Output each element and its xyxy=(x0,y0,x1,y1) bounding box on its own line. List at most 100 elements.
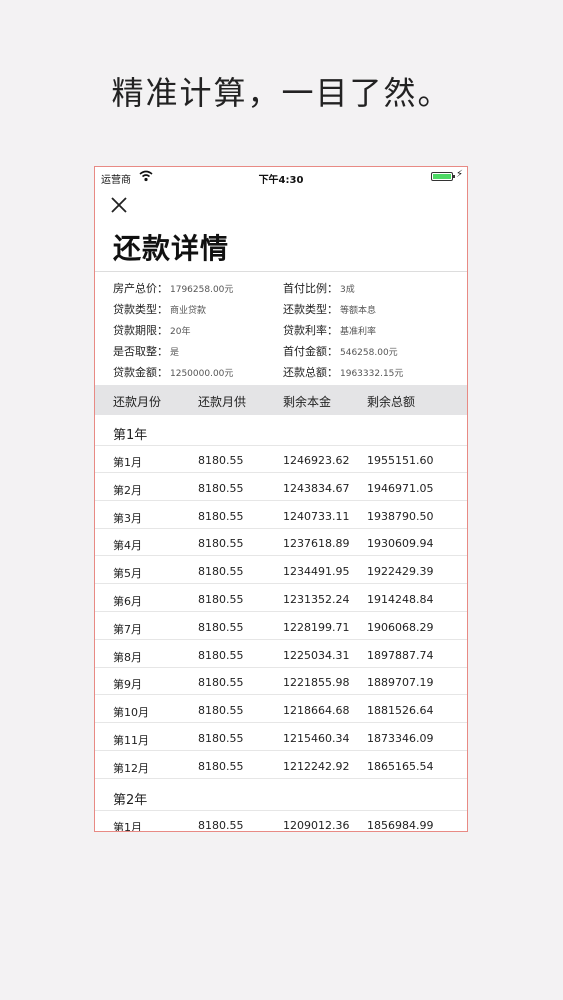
row-total: 1873346.09 xyxy=(367,732,434,745)
info-value: 546258.00元 xyxy=(340,348,398,358)
row-total: 1930609.94 xyxy=(367,537,434,551)
info-label: 贷款利率： xyxy=(283,324,338,337)
info-item: 贷款金额： 1250000.00元 xyxy=(113,364,233,384)
info-value: 基准利率 xyxy=(340,327,377,337)
table-header: 还款月份 还款月供 剩余本金 剩余总额 xyxy=(95,385,467,415)
row-month: 第3月 xyxy=(113,511,142,525)
table-row[interactable]: 第3月 8180.55 1240733.11 1938790.50 xyxy=(95,502,467,529)
row-payment: 8180.55 xyxy=(198,537,244,551)
row-month: 第8月 xyxy=(113,650,142,664)
row-total: 1906068.29 xyxy=(367,620,434,634)
year-section-header: 第1年 xyxy=(95,416,467,446)
row-principal: 1234491.95 xyxy=(283,565,350,579)
info-label: 还款类型： xyxy=(283,303,338,316)
row-principal: 1237618.89 xyxy=(283,537,350,551)
row-month: 第1月 xyxy=(113,456,142,469)
phone-screen: 运营商 下午4:30 ⚡ 还款详情 房产总价： 1796258.00元 首付比例：… xyxy=(94,166,468,832)
year-label: 第1年 xyxy=(113,428,148,443)
info-value: 1963332.15元 xyxy=(340,369,404,379)
info-item: 贷款期限： 20年 xyxy=(113,322,190,342)
row-month: 第2月 xyxy=(113,483,142,497)
table-row[interactable]: 第12月 8180.55 1212242.92 1865165.54 xyxy=(95,752,467,779)
info-label: 贷款期限： xyxy=(113,324,168,337)
row-principal: 1231352.24 xyxy=(283,593,350,606)
row-payment: 8180.55 xyxy=(198,593,244,606)
page-title: 还款详情 xyxy=(113,232,230,265)
info-item: 房产总价： 1796258.00元 xyxy=(113,280,233,300)
headline: 精准计算，一目了然。 xyxy=(111,74,452,112)
table-row[interactable]: 第8月 8180.55 1225034.31 1897887.74 xyxy=(95,641,467,668)
row-principal: 1246923.62 xyxy=(283,454,350,467)
charging-icon: ⚡ xyxy=(455,169,463,180)
row-payment: 8180.55 xyxy=(198,648,244,662)
row-month: 第10月 xyxy=(113,706,149,720)
info-label: 首付金额： xyxy=(283,345,338,358)
row-month: 第7月 xyxy=(113,622,142,636)
year-section-header: 第2年 xyxy=(95,781,467,811)
row-month: 第6月 xyxy=(113,595,142,608)
row-total: 1856984.99 xyxy=(367,818,434,832)
row-total: 1946971.05 xyxy=(367,481,434,495)
status-time: 下午4:30 xyxy=(258,175,304,186)
info-value: 商业贷款 xyxy=(170,306,207,316)
row-total: 1914248.84 xyxy=(367,593,434,606)
table-row[interactable]: 第4月 8180.55 1237618.89 1930609.94 xyxy=(95,529,467,557)
row-principal: 1212242.92 xyxy=(283,759,350,773)
row-month: 第4月 xyxy=(113,539,142,553)
info-item: 首付比例： 3成 xyxy=(283,280,355,300)
row-principal: 1215460.34 xyxy=(283,732,350,745)
row-principal: 1228199.71 xyxy=(283,620,350,634)
row-month: 第12月 xyxy=(113,761,149,775)
header-payment: 还款月供 xyxy=(198,395,247,409)
info-item: 首付金额： 546258.00元 xyxy=(283,343,398,363)
info-item: 贷款类型： 商业贷款 xyxy=(113,301,206,321)
info-item: 贷款利率： 基准利率 xyxy=(283,322,376,342)
table-row[interactable]: 第10月 8180.55 1218664.68 1881526.64 xyxy=(95,696,467,724)
info-value: 是 xyxy=(170,348,180,358)
info-item: 还款类型： 等额本息 xyxy=(283,301,376,321)
info-value: 20年 xyxy=(170,327,191,337)
info-label: 还款总额： xyxy=(283,366,338,379)
row-principal: 1240733.11 xyxy=(283,509,350,523)
status-bar: 运营商 下午4:30 ⚡ xyxy=(95,167,467,187)
row-payment: 8180.55 xyxy=(198,759,244,773)
row-total: 1922429.39 xyxy=(367,565,434,579)
row-total: 1938790.50 xyxy=(367,509,434,523)
info-value: 等额本息 xyxy=(340,306,377,316)
table-row[interactable]: 第9月 8180.55 1221855.98 1889707.19 xyxy=(95,668,467,696)
table-row[interactable]: 第11月 8180.55 1215460.34 1873346.09 xyxy=(95,724,467,751)
table-row[interactable]: 第1月 8180.55 1209012.36 1856984.99 xyxy=(95,811,467,832)
table-row[interactable]: 第6月 8180.55 1231352.24 1914248.84 xyxy=(95,585,467,612)
loan-summary: 房产总价： 1796258.00元 首付比例： 3成 贷款类型： 商业贷款 还款类型：… xyxy=(95,271,467,379)
header-month: 还款月份 xyxy=(113,395,162,409)
year-label: 第2年 xyxy=(113,792,148,808)
row-month: 第1月 xyxy=(113,820,142,832)
table-row[interactable]: 第5月 8180.55 1234491.95 1922429.39 xyxy=(95,557,467,585)
info-value: 1250000.00元 xyxy=(170,369,234,379)
table-row[interactable]: 第2月 8180.55 1243834.67 1946971.05 xyxy=(95,474,467,501)
row-month: 第5月 xyxy=(113,567,142,581)
info-item: 是否取整：是 xyxy=(113,343,179,363)
row-total: 1897887.74 xyxy=(367,648,434,662)
row-month: 第9月 xyxy=(113,678,142,692)
info-label: 首付比例： xyxy=(283,282,338,295)
info-label: 贷款类型： xyxy=(113,303,168,316)
row-payment: 8180.55 xyxy=(198,454,244,467)
row-payment: 8180.55 xyxy=(198,704,244,718)
header-total: 剩余总额 xyxy=(367,395,416,409)
table-row[interactable]: 第1月 8180.55 1246923.62 1955151.60 xyxy=(95,446,467,473)
info-label: 贷款金额： xyxy=(113,366,168,379)
info-label: 是否取整： xyxy=(113,345,168,358)
row-payment: 8180.55 xyxy=(198,676,244,690)
row-total: 1865165.54 xyxy=(367,759,434,773)
row-payment: 8180.55 xyxy=(198,565,244,579)
header-principal: 剩余本金 xyxy=(283,395,332,409)
row-principal: 1218664.68 xyxy=(283,704,350,718)
row-principal: 1225034.31 xyxy=(283,648,350,662)
close-icon[interactable] xyxy=(109,195,129,215)
table-row[interactable]: 第7月 8180.55 1228199.71 1906068.29 xyxy=(95,613,467,640)
row-payment: 8180.55 xyxy=(198,620,244,634)
row-total: 1881526.64 xyxy=(367,704,434,718)
info-label: 房产总价： xyxy=(113,282,168,295)
row-principal: 1243834.67 xyxy=(283,481,350,495)
